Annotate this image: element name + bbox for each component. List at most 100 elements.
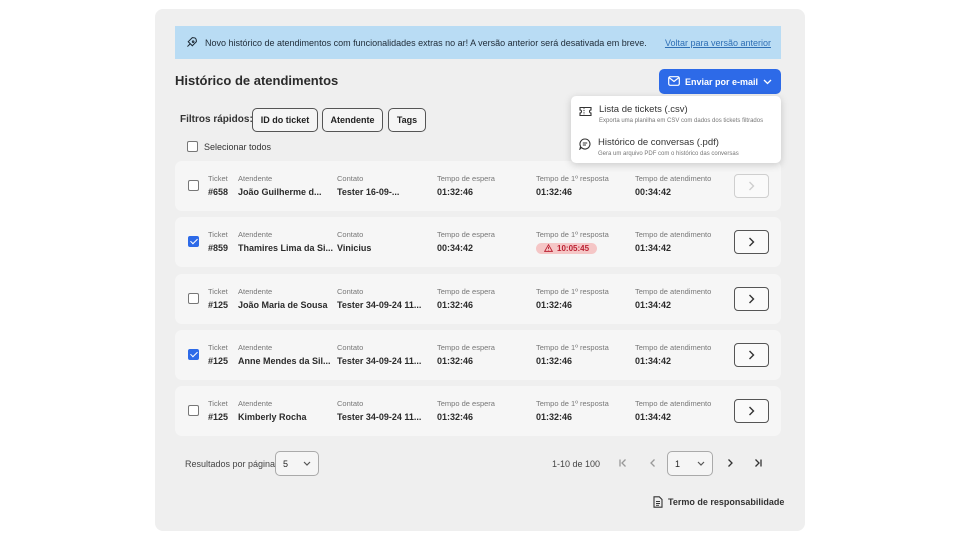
service-time: 01:34:42 (635, 412, 672, 422)
page-size-value: 5 (283, 458, 289, 469)
agent-cell: Atendente Kimberly Rocha (238, 399, 307, 422)
last-page-button[interactable] (749, 454, 767, 472)
ticket-id: #125 (208, 412, 229, 422)
service-cell: Tempo de atendimento 01:34:42 (635, 399, 711, 422)
first-response-label: Tempo de 1º resposta (536, 287, 609, 296)
wait-label: Tempo de espera (437, 343, 495, 352)
results-per-page-label: Resultados por página (185, 459, 276, 469)
agent-cell: Atendente Anne Mendes da Sil... (238, 343, 331, 366)
open-ticket-button[interactable] (734, 399, 769, 423)
service-label: Tempo de atendimento (635, 230, 712, 239)
ticket-cell: Ticket #125 (208, 287, 228, 310)
service-cell: Tempo de atendimento 01:34:42 (635, 230, 711, 253)
first-page-button[interactable] (614, 454, 632, 472)
select-all-checkbox[interactable] (187, 141, 198, 152)
document-icon (653, 496, 663, 508)
row-checkbox[interactable] (188, 405, 199, 416)
agent-name: Anne Mendes da Sil... (238, 356, 331, 366)
contact-cell: Contato Tester 16-09-... (337, 174, 399, 197)
open-ticket-button[interactable] (734, 343, 769, 367)
agent-label: Atendente (238, 343, 273, 352)
first-response-time: 01:32:46 (536, 412, 573, 422)
ticket-id: #859 (208, 243, 229, 253)
open-ticket-button[interactable] (734, 174, 769, 198)
wait-time: 01:32:46 (437, 412, 474, 422)
ticket-cell: Ticket #859 (208, 230, 228, 253)
table-row: Ticket #125 Atendente Kimberly Rocha Con… (175, 386, 781, 436)
wait-time: 01:32:46 (437, 187, 474, 197)
row-checkbox[interactable] (188, 349, 199, 360)
first-response-cell: Tempo de 1º resposta 01:32:46 (536, 287, 609, 310)
export-pdf-option[interactable]: Histórico de conversas (.pdf) Gera um ar… (579, 137, 739, 157)
chevrons-first-icon (619, 459, 626, 467)
export-csv-title: Lista de tickets (.csv) (599, 104, 688, 115)
filter-chip-agent[interactable]: Atendente (322, 108, 383, 132)
open-ticket-button[interactable] (734, 287, 769, 311)
first-response-time: 10:05:45 (557, 243, 590, 253)
rocket-icon (185, 36, 199, 50)
chevron-down-icon (303, 461, 311, 466)
terms-of-responsibility-link[interactable]: Termo de responsabilidade (653, 496, 784, 508)
page-size-select[interactable]: 5 (275, 451, 319, 476)
contact-name: Tester 16-09-... (337, 187, 400, 197)
contact-label: Contato (337, 343, 364, 352)
contact-cell: Contato Tester 34-09-24 11... (337, 343, 421, 366)
agent-cell: Atendente Thamires Lima da Si... (238, 230, 333, 253)
chevron-right-icon (749, 237, 755, 247)
back-to-previous-version-link[interactable]: Voltar para versão anterior (665, 38, 771, 48)
wait-cell: Tempo de espera 01:32:46 (437, 343, 495, 366)
current-page-value: 1 (675, 458, 681, 469)
chevron-right-icon (749, 181, 755, 191)
wait-label: Tempo de espera (437, 287, 495, 296)
mail-icon (668, 75, 680, 88)
row-checkbox[interactable] (188, 236, 199, 247)
export-csv-option[interactable]: Lista de tickets (.csv) Exporta uma plan… (579, 104, 763, 124)
agent-name: João Maria de Sousa (238, 300, 328, 310)
first-response-label: Tempo de 1º resposta (536, 399, 609, 408)
agent-name: Thamires Lima da Si... (238, 243, 334, 253)
select-all[interactable]: Selecionar todos (187, 141, 271, 152)
wait-cell: Tempo de espera 01:32:46 (437, 399, 495, 422)
agent-cell: Atendente João Maria de Sousa (238, 287, 328, 310)
wait-cell: Tempo de espera 01:32:46 (437, 287, 495, 310)
table-row: Ticket #658 Atendente João Guilherme d..… (175, 161, 781, 211)
ticket-icon (579, 104, 592, 124)
send-email-button[interactable]: Enviar por e-mail (659, 69, 781, 94)
wait-time: 01:32:46 (437, 300, 474, 310)
service-label: Tempo de atendimento (635, 174, 712, 183)
open-ticket-button[interactable] (734, 230, 769, 254)
contact-name: Tester 34-09-24 11... (337, 300, 422, 310)
export-pdf-description: Gera um arquivo PDF com o histórico das … (598, 151, 739, 157)
first-response-warning-badge: 10:05:45 (536, 242, 598, 254)
row-checkbox[interactable] (188, 180, 199, 191)
contact-name: Tester 34-09-24 11... (337, 412, 422, 422)
previous-page-button[interactable] (643, 454, 661, 472)
first-response-label: Tempo de 1º resposta (536, 230, 609, 239)
service-label: Tempo de atendimento (635, 343, 712, 352)
page-number-select[interactable]: 1 (667, 451, 713, 476)
ticket-label: Ticket (208, 343, 228, 352)
filter-chip-tags[interactable]: Tags (388, 108, 426, 132)
next-page-button[interactable] (721, 454, 739, 472)
chevron-right-icon (749, 350, 755, 360)
chat-icon (579, 137, 591, 157)
agent-label: Atendente (238, 174, 273, 183)
first-response-time: 01:32:46 (536, 356, 573, 366)
service-label: Tempo de atendimento (635, 399, 712, 408)
contact-cell: Contato Tester 34-09-24 11... (337, 287, 421, 310)
first-response-cell: Tempo de 1º resposta 10:05:45 (536, 230, 609, 257)
banner-message: Novo histórico de atendimentos com funci… (205, 37, 647, 48)
row-checkbox[interactable] (188, 293, 199, 304)
terms-label: Termo de responsabilidade (668, 497, 785, 507)
ticket-label: Ticket (208, 174, 228, 183)
filter-chip-ticket-id[interactable]: ID do ticket (252, 108, 318, 132)
first-response-cell: Tempo de 1º resposta 01:32:46 (536, 399, 609, 422)
contact-label: Contato (337, 174, 364, 183)
service-time: 01:34:42 (635, 243, 672, 253)
contact-label: Contato (337, 399, 364, 408)
agent-label: Atendente (238, 399, 273, 408)
first-response-cell: Tempo de 1º resposta 01:32:46 (536, 174, 609, 197)
ticket-cell: Ticket #125 (208, 343, 228, 366)
service-cell: Tempo de atendimento 01:34:42 (635, 343, 711, 366)
wait-label: Tempo de espera (437, 174, 495, 183)
